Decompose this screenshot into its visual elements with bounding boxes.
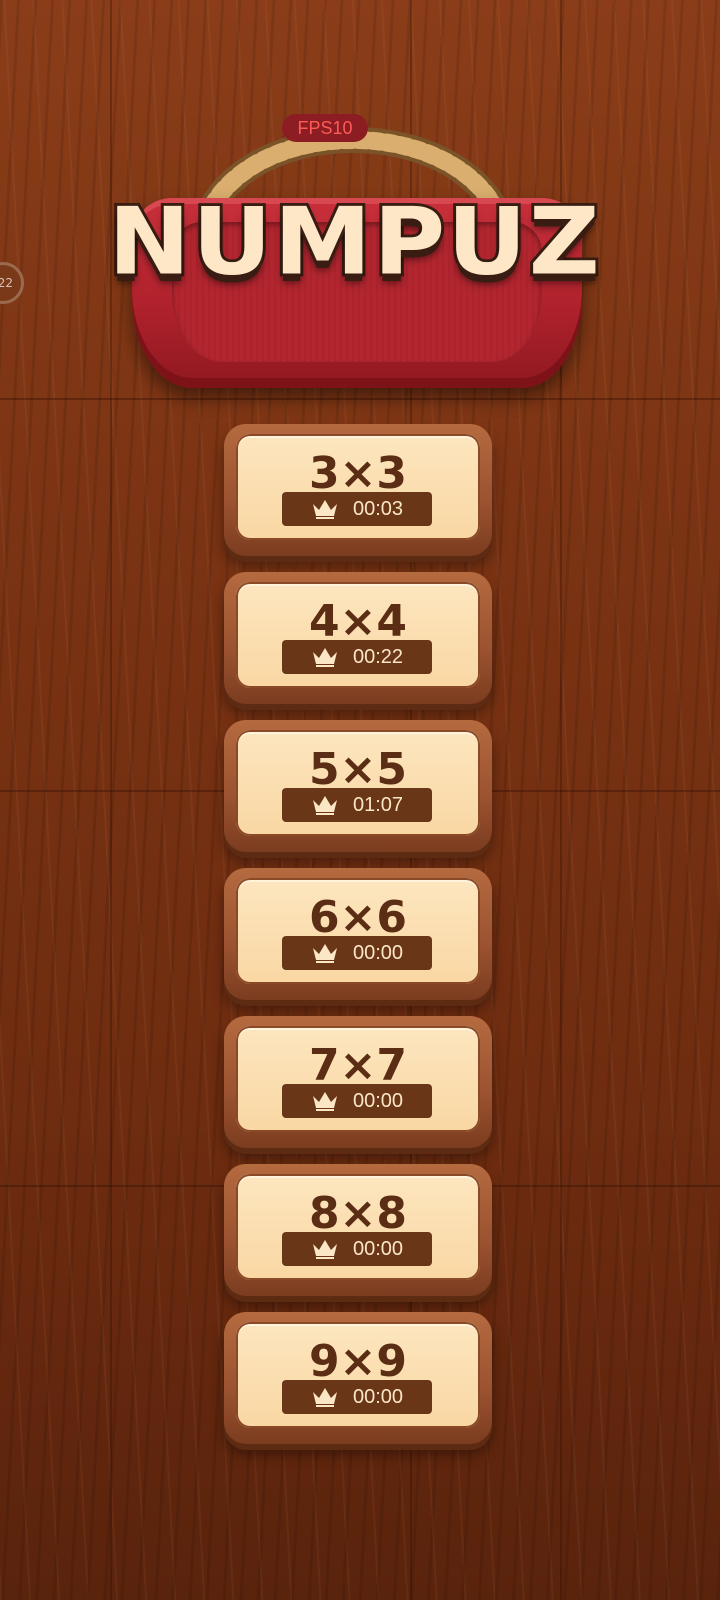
- level-button-7x7[interactable]: 7×7 00:00: [224, 1016, 492, 1148]
- crown-icon: [312, 1388, 337, 1407]
- level-button-face: 5×5 01:07: [236, 730, 480, 836]
- best-time-bar: 00:22: [282, 640, 432, 674]
- title-sign: FPS10 NUMPUZ: [105, 60, 603, 388]
- best-time-text: 00:00: [352, 1089, 404, 1112]
- level-button-9x9[interactable]: 9×9 00:00: [224, 1312, 492, 1444]
- side-bubble-label: 22: [0, 276, 13, 290]
- best-time-text: 00:00: [352, 1385, 404, 1408]
- level-button-face: 7×7 00:00: [236, 1026, 480, 1132]
- best-time-bar: 00:00: [282, 936, 432, 970]
- best-time-text: 00:00: [352, 941, 404, 964]
- game-logo: NUMPUZ: [105, 185, 603, 299]
- crown-icon: [312, 1092, 337, 1111]
- best-time-bar: 00:03: [282, 492, 432, 526]
- level-button-face: 8×8 00:00: [236, 1174, 480, 1280]
- best-time-bar: 00:00: [282, 1380, 432, 1414]
- crown-icon: [312, 500, 337, 519]
- level-button-8x8[interactable]: 8×8 00:00: [224, 1164, 492, 1296]
- level-button-face: 6×6 00:00: [236, 878, 480, 984]
- crown-icon: [312, 944, 337, 963]
- level-button-face: 4×4 00:22: [236, 582, 480, 688]
- crown-icon: [312, 796, 337, 815]
- level-button-3x3[interactable]: 3×3 00:03: [224, 424, 492, 556]
- best-time-text: 00:03: [352, 497, 404, 520]
- fps-counter: FPS10: [282, 114, 368, 142]
- level-button-face: 9×9 00:00: [236, 1322, 480, 1428]
- best-time-text: 00:22: [352, 645, 404, 668]
- wood-seam: [0, 398, 720, 400]
- best-time-text: 01:07: [352, 793, 404, 816]
- level-button-4x4[interactable]: 4×4 00:22: [224, 572, 492, 704]
- level-button-face: 3×3 00:03: [236, 434, 480, 540]
- level-button-6x6[interactable]: 6×6 00:00: [224, 868, 492, 1000]
- best-time-text: 00:00: [352, 1237, 404, 1260]
- best-time-bar: 01:07: [282, 788, 432, 822]
- level-list: 3×3 00:03 4×4 00:22 5×5 01:07 6×6 00:00 …: [224, 424, 492, 1460]
- side-bubble[interactable]: 22: [0, 262, 24, 304]
- crown-icon: [312, 1240, 337, 1259]
- best-time-bar: 00:00: [282, 1084, 432, 1118]
- crown-icon: [312, 648, 337, 667]
- best-time-bar: 00:00: [282, 1232, 432, 1266]
- level-button-5x5[interactable]: 5×5 01:07: [224, 720, 492, 852]
